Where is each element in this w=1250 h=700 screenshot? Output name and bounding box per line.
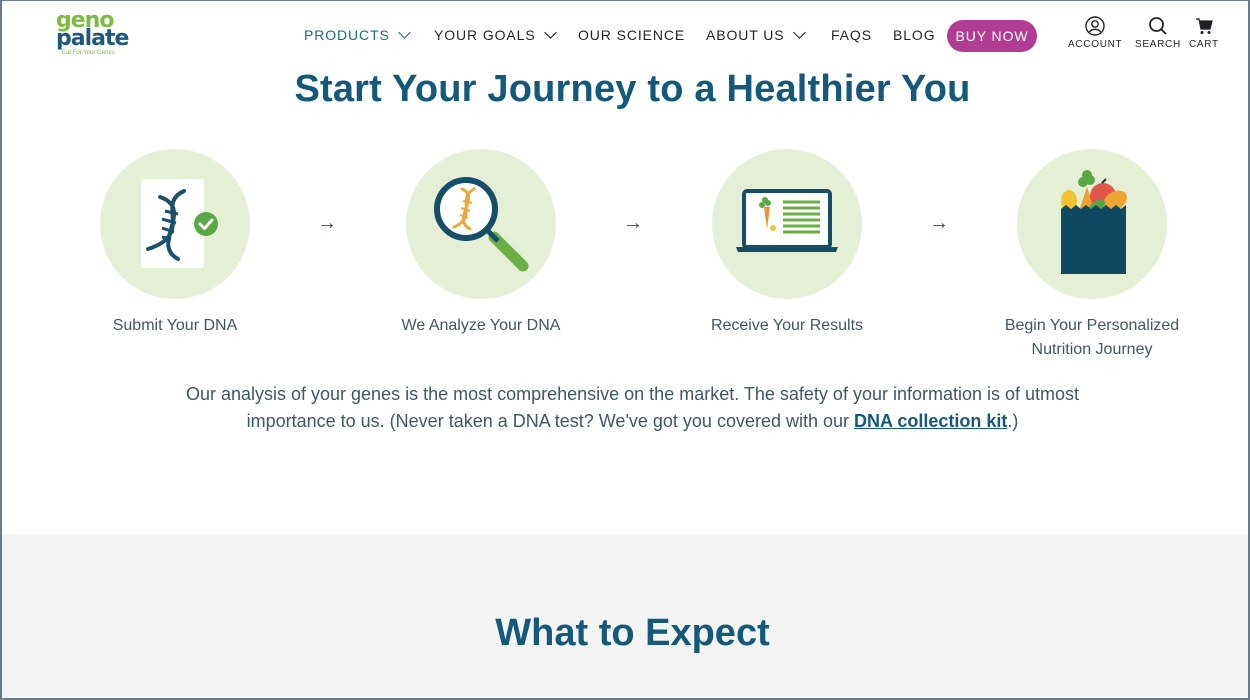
logo-palate-text: palate [56,26,129,51]
step-submit-dna: Submit Your DNA [100,149,250,334]
nav-our-science-label: OUR SCIENCE [578,27,686,43]
nav-products[interactable]: PRODUCTS [304,25,411,43]
nav-products-label: PRODUCTS [304,27,390,43]
nav-about-us[interactable]: ABOUT US [706,25,806,43]
nav-our-science[interactable]: OUR SCIENCE [578,27,685,43]
step-caption: Submit Your DNA [112,317,238,334]
cart-label: CART [1189,39,1219,50]
arrow-right-icon: → [317,212,337,234]
site-header: geno palate Eat For Your Genes PRODUCTS … [0,0,1250,72]
step-caption: We Analyze Your DNA [401,317,561,334]
step-caption: Begin Your Personalized Nutrition Journe… [1004,317,1180,358]
buy-now-button[interactable]: BUY NOW [947,20,1037,52]
step-icon-circle [712,149,862,299]
account-link[interactable]: ACCOUNT [1068,16,1122,50]
arrow-right-icon: → [623,212,643,234]
dna-document-check-icon [141,179,218,268]
magnifier-dna-icon [434,177,529,272]
nav-faqs-label: FAQS [831,27,872,43]
what-to-expect-section: What to Expect [0,534,1250,700]
user-circle-icon [1085,16,1105,36]
nav-your-goals-label: YOUR GOALS [434,27,536,43]
grocery-bag-icon [1061,170,1127,274]
hero-title: Start Your Journey to a Healthier You [294,68,971,110]
hero-description: Our analysis of your genes is the most c… [150,381,1115,435]
search-link[interactable]: SEARCH [1135,16,1181,50]
chevron-down-icon [792,25,806,39]
step-icon-circle [100,149,250,299]
nav-blog-label: BLOG [893,27,936,43]
step-caption: Receive Your Results [710,317,864,334]
what-to-expect-title: What to Expect [495,612,770,654]
cart-icon [1195,18,1213,34]
step-nutrition-journey: Begin Your Personalized Nutrition Journe… [1005,149,1179,358]
nav-about-us-label: ABOUT US [706,27,785,43]
step-icon-circle [1017,149,1167,299]
dna-collection-kit-link[interactable]: DNA collection kit [854,411,1007,431]
search-icon [1149,17,1167,35]
step-analyze-dna: We Analyze Your DNA [402,149,560,334]
arrow-right-icon: → [929,212,949,234]
nav-your-goals[interactable]: YOUR GOALS [434,25,557,43]
chevron-down-icon [397,25,411,39]
search-label: SEARCH [1135,39,1181,50]
nav-blog[interactable]: BLOG [893,27,936,43]
chevron-down-icon [543,25,557,39]
logo-tagline: Eat For Your Genes [62,50,115,56]
laptop-results-icon [736,189,838,252]
description-text-end: .) [1007,411,1019,431]
step-icon-circle [406,149,556,299]
nav-faqs[interactable]: FAQS [831,27,872,43]
cart-link[interactable]: CART [1189,16,1219,50]
account-label: ACCOUNT [1068,39,1123,50]
genopalate-logo[interactable]: geno palate Eat For Your Genes [56,10,142,60]
step-receive-results: Receive Your Results [711,149,863,334]
